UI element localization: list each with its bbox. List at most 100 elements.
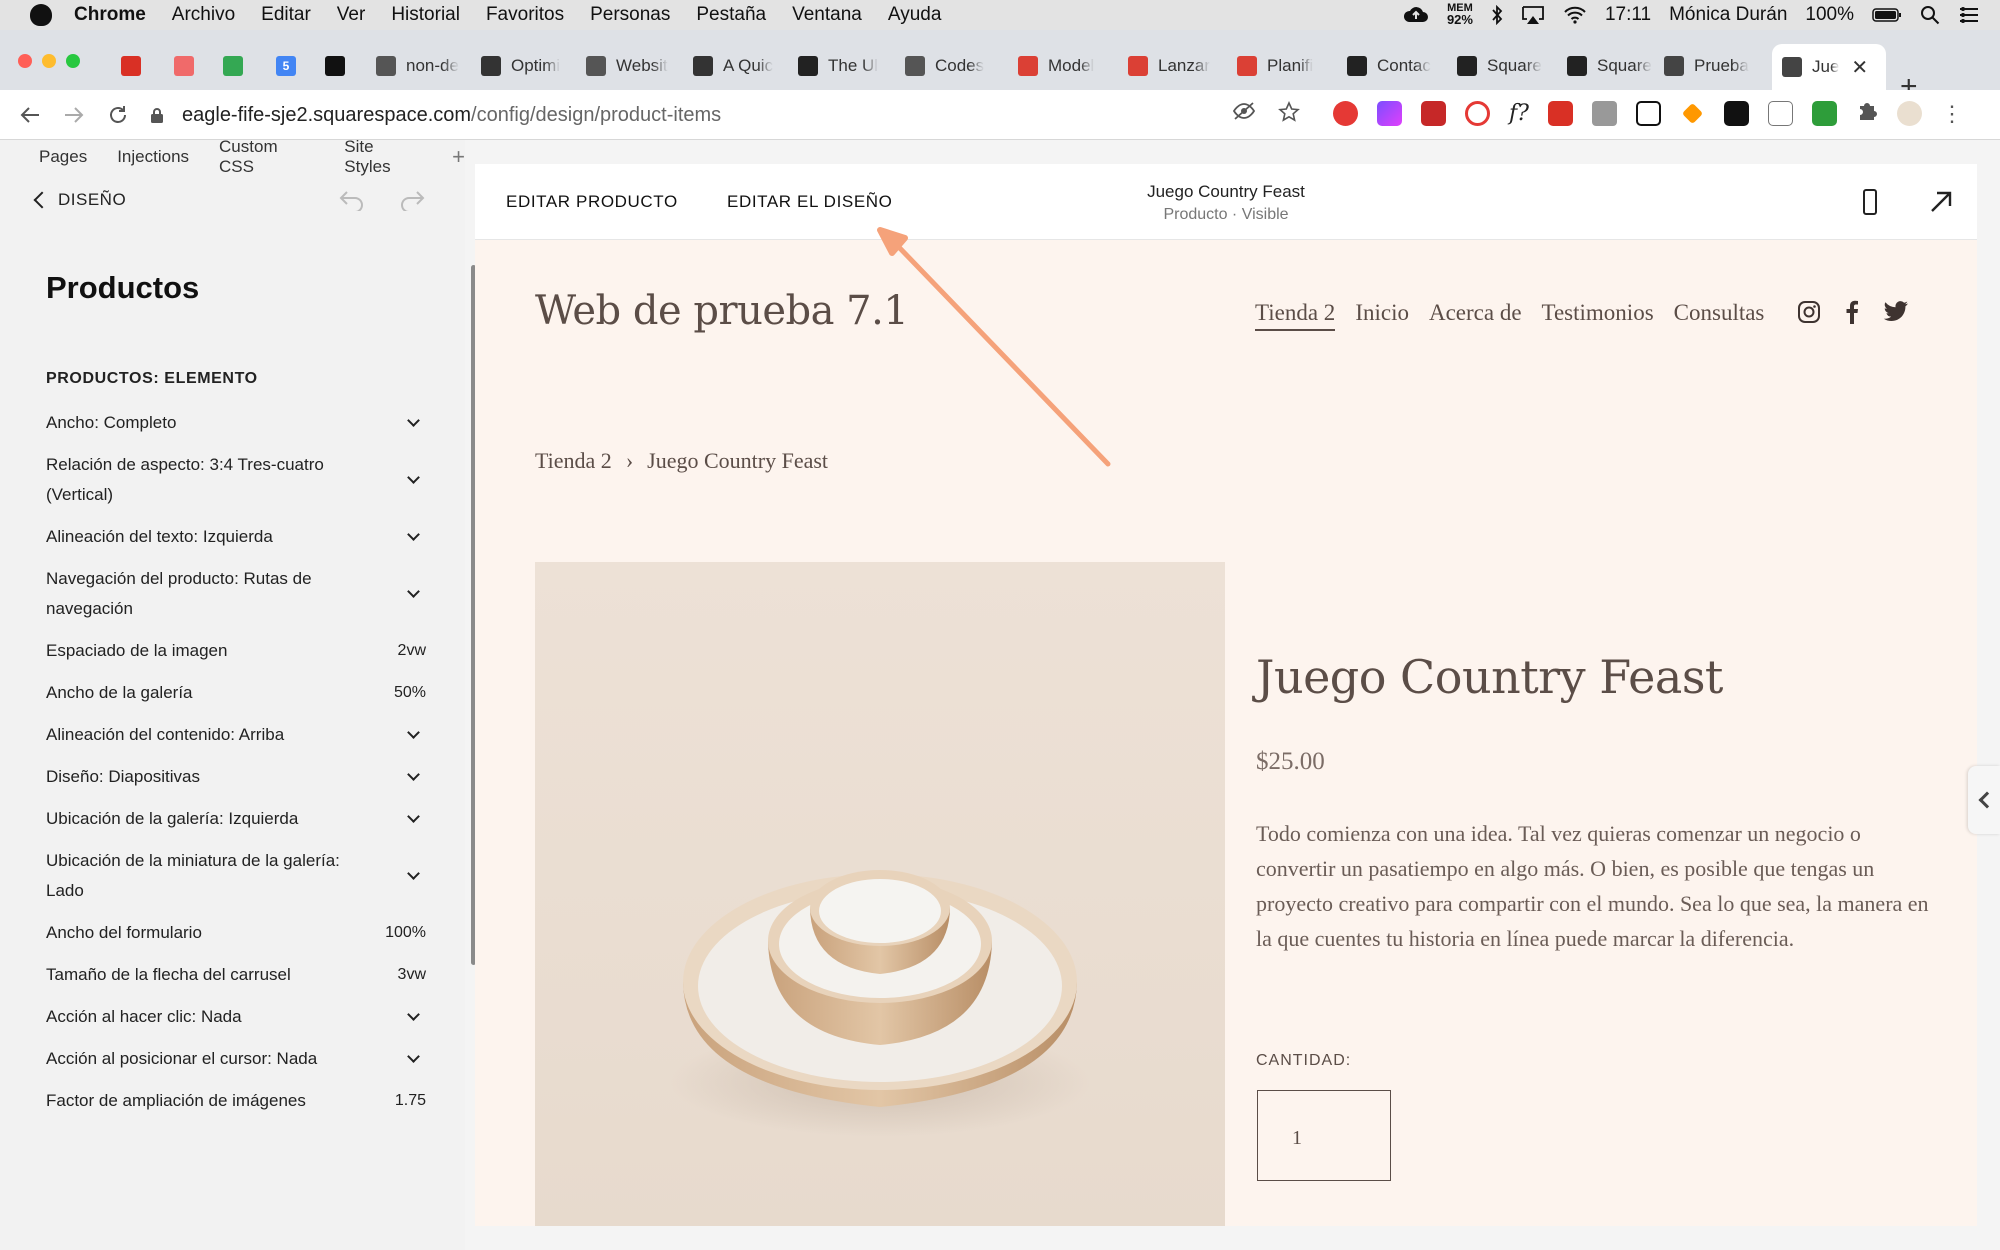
gradient-extension-icon[interactable]: [1377, 101, 1402, 126]
browser-tab[interactable]: non-de: [376, 48, 474, 84]
tab-active[interactable]: Jue ✕: [1772, 44, 1886, 90]
breadcrumb-shop[interactable]: Tienda 2: [535, 448, 612, 474]
setting-row[interactable]: Factor de ampliación de imágenes 1.75: [46, 1080, 426, 1122]
undo-icon[interactable]: [338, 186, 366, 218]
back-arrow-icon[interactable]: [16, 101, 44, 129]
address-bar[interactable]: eagle-fife-sje2.squarespace.com/config/d…: [150, 98, 1300, 132]
setting-row[interactable]: Diseño: Diapositivas: [46, 756, 426, 798]
p-extension-icon[interactable]: [1767, 101, 1793, 126]
minimize-window-button[interactable]: [42, 54, 56, 68]
extensions-puzzle-icon[interactable]: [1856, 100, 1878, 127]
open-external-arrow-icon[interactable]: [1927, 188, 1955, 216]
browser-tab[interactable]: Prueba: [1664, 48, 1762, 84]
menu-historial[interactable]: Historial: [391, 4, 460, 26]
setting-row[interactable]: Espaciado de la imagen 2vw: [46, 630, 426, 672]
browser-tab[interactable]: 5: [276, 48, 312, 84]
setting-row[interactable]: Acción al posicionar el cursor: Nada: [46, 1038, 426, 1080]
chevron-down-icon[interactable]: [407, 1049, 420, 1063]
airplay-icon[interactable]: [1521, 5, 1545, 25]
setting-row[interactable]: Ubicación de la miniatura de la galería:…: [46, 840, 426, 912]
memory-meter[interactable]: MEM 92%: [1447, 3, 1473, 27]
chevron-down-icon[interactable]: [407, 767, 420, 781]
setting-value[interactable]: 3vw: [398, 960, 426, 990]
apple-menu-icon[interactable]: [30, 4, 52, 26]
bold-extension-icon[interactable]: [1723, 101, 1749, 126]
menu-favoritos[interactable]: Favoritos: [486, 4, 564, 26]
browser-tab[interactable]: A Quic: [693, 48, 791, 84]
back-to-design-link[interactable]: DISEÑO: [33, 190, 126, 210]
notion-extension-icon[interactable]: [1635, 101, 1661, 126]
setting-row[interactable]: Ancho: Completo: [46, 402, 426, 444]
close-tab-icon[interactable]: ✕: [1851, 55, 1868, 80]
menu-ver[interactable]: Ver: [337, 4, 366, 26]
facebook-icon[interactable]: [1845, 300, 1859, 329]
user-name[interactable]: Mónica Durán: [1669, 4, 1787, 26]
reload-icon[interactable]: [104, 101, 132, 129]
bluetooth-icon[interactable]: [1491, 5, 1503, 25]
browser-tab[interactable]: Model: [1018, 48, 1116, 84]
menu-app-name[interactable]: Chrome: [74, 4, 146, 26]
product-image[interactable]: [535, 562, 1225, 1226]
lastpass-extension-icon[interactable]: [1333, 101, 1358, 126]
setting-row[interactable]: Alineación del contenido: Arriba: [46, 714, 426, 756]
browser-tab[interactable]: [121, 48, 157, 84]
control-center-icon[interactable]: [1958, 6, 1980, 24]
site-title[interactable]: Web de prueba 7.1: [535, 288, 909, 334]
profile-avatar[interactable]: [1896, 101, 1922, 126]
browser-tab[interactable]: Websit: [586, 48, 684, 84]
tab-custom-css[interactable]: Custom CSS: [219, 137, 314, 177]
setting-row[interactable]: Relación de aspecto: 3:4 Tres-cuatro (Ve…: [46, 444, 426, 516]
zoom-window-button[interactable]: [66, 54, 80, 68]
menu-archivo[interactable]: Archivo: [172, 4, 235, 26]
chevron-down-icon[interactable]: [407, 1007, 420, 1021]
chevron-down-icon[interactable]: [407, 413, 420, 427]
setting-row[interactable]: Navegación del producto: Rutas de navega…: [46, 558, 426, 630]
gmail-checker-extension-icon[interactable]: [1547, 101, 1573, 126]
menu-ayuda[interactable]: Ayuda: [888, 4, 942, 26]
clock[interactable]: 17:11: [1605, 4, 1651, 26]
nav-tienda-2[interactable]: Tienda 2: [1255, 300, 1336, 331]
tab-site-styles[interactable]: Site Styles: [344, 137, 422, 177]
setting-row[interactable]: Ancho del formulario 100%: [46, 912, 426, 954]
redo-icon[interactable]: [398, 186, 426, 218]
swirl-extension-icon[interactable]: [1465, 101, 1490, 126]
browser-tab[interactable]: Lanzar: [1128, 48, 1226, 84]
chevron-down-icon[interactable]: [407, 584, 420, 598]
tracking-blocked-eye-icon[interactable]: [1232, 101, 1256, 129]
browser-tab[interactable]: [174, 48, 210, 84]
chevron-down-icon[interactable]: [407, 725, 420, 739]
browser-tab[interactable]: The Ul: [798, 48, 896, 84]
camera-extension-icon[interactable]: [1591, 101, 1617, 126]
spotlight-search-icon[interactable]: [1920, 5, 1940, 25]
lock-icon[interactable]: [150, 107, 164, 123]
setting-value[interactable]: 1.75: [395, 1086, 426, 1116]
setting-row[interactable]: Acción al hacer clic: Nada: [46, 996, 426, 1038]
pen-extension-icon[interactable]: [1681, 102, 1704, 125]
bookmark-star-icon[interactable]: [1278, 101, 1300, 129]
todoist-extension-icon[interactable]: [1421, 101, 1446, 126]
tab-injections[interactable]: Injections: [117, 147, 189, 167]
green-grid-extension-icon[interactable]: [1811, 101, 1837, 126]
menu-personas[interactable]: Personas: [590, 4, 670, 26]
browser-tab[interactable]: Planifi: [1237, 48, 1335, 84]
menu-pestana[interactable]: Pestaña: [696, 4, 766, 26]
chevron-down-icon[interactable]: [407, 866, 420, 880]
browser-tab[interactable]: [223, 48, 259, 84]
wifi-icon[interactable]: [1563, 6, 1587, 24]
quantity-input[interactable]: 1: [1257, 1090, 1391, 1181]
font-inspector-extension-icon[interactable]: f?: [1509, 101, 1529, 126]
nav-consultas[interactable]: Consultas: [1674, 300, 1765, 331]
menu-ventana[interactable]: Ventana: [792, 4, 862, 26]
setting-row[interactable]: Ubicación de la galería: Izquierda: [46, 798, 426, 840]
setting-row[interactable]: Alineación del texto: Izquierda: [46, 516, 426, 558]
setting-value[interactable]: 100%: [385, 918, 426, 948]
chevron-down-icon[interactable]: [407, 809, 420, 823]
nav-inicio[interactable]: Inicio: [1355, 300, 1409, 331]
browser-tab[interactable]: Contac: [1347, 48, 1445, 84]
add-tab-button[interactable]: +: [452, 144, 465, 170]
setting-row[interactable]: Tamaño de la flecha del carrusel 3vw: [46, 954, 426, 996]
close-window-button[interactable]: [18, 54, 32, 68]
browser-tab[interactable]: [325, 48, 361, 84]
mobile-preview-icon[interactable]: [1863, 189, 1877, 215]
browser-tab[interactable]: Codes: [905, 48, 1003, 84]
